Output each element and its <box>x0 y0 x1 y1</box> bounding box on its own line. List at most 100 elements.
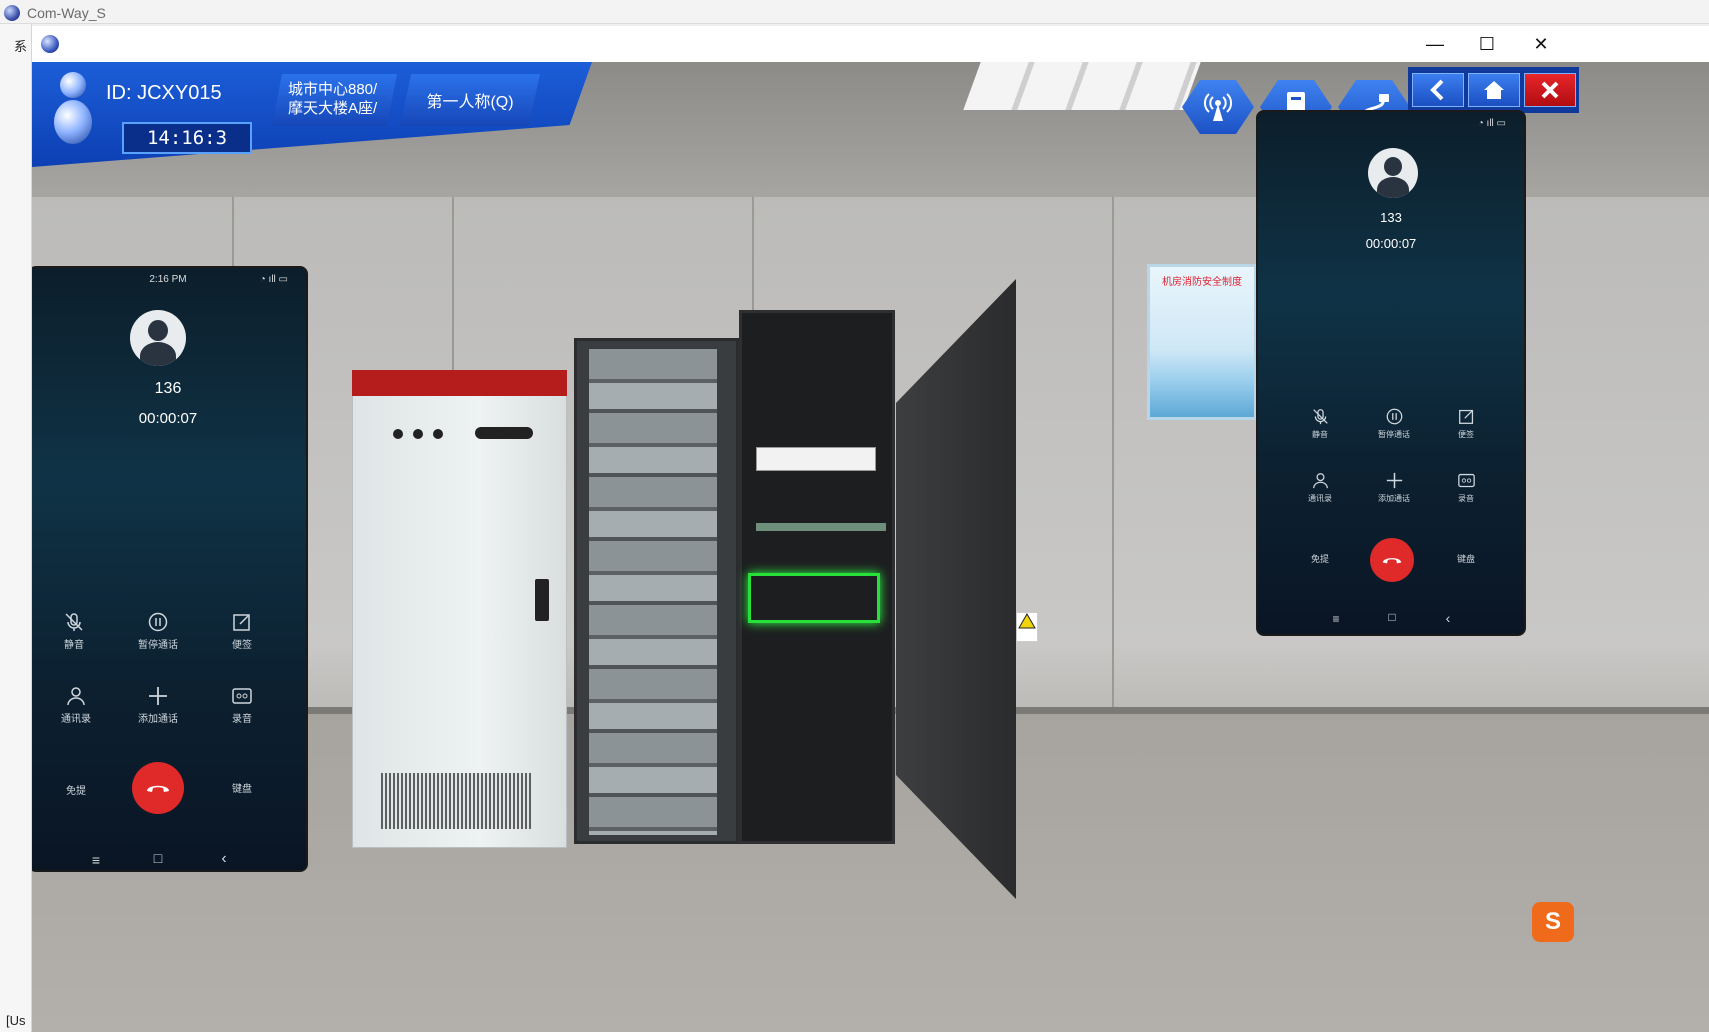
caller-avatar-icon <box>130 310 186 366</box>
location-line2: 摩天大楼A座/ <box>288 100 378 117</box>
contacts-label: 通讯录 <box>61 714 91 725</box>
cabinet-handle[interactable] <box>535 579 549 621</box>
maximize-button[interactable]: ☐ <box>1464 26 1510 62</box>
add-call-icon <box>149 687 167 705</box>
phone-left[interactable]: 2:16 PM ◔ ıll ▭ 136 00:00:07 静音 暂停通话 便签 … <box>32 266 308 872</box>
note-button[interactable]: 便签 <box>222 612 262 651</box>
close-icon <box>1541 81 1559 99</box>
home-icon <box>1484 81 1504 99</box>
indicator-light <box>393 429 403 439</box>
watermark-logo: S <box>1532 902 1574 942</box>
back-nav-icon[interactable]: ‹ <box>1438 610 1458 626</box>
scene-viewport[interactable]: 机房消防安全制度 S ID: JCXY015 14:16:3 城市中心880/ … <box>32 62 1709 1032</box>
home-nav-icon[interactable]: □ <box>148 850 168 866</box>
record-button[interactable]: 录音 <box>222 686 262 725</box>
add-call-icon <box>1386 472 1402 489</box>
record-label: 录音 <box>232 714 252 725</box>
record-icon <box>232 688 252 704</box>
record-button[interactable]: 录音 <box>1446 472 1486 504</box>
note-icon <box>1458 409 1473 424</box>
hang-up-icon <box>1382 558 1402 564</box>
mute-button[interactable]: 静音 <box>54 612 94 651</box>
rack-device[interactable] <box>756 447 876 471</box>
contacts-icon <box>67 687 85 706</box>
user-avatar-icon <box>54 72 94 152</box>
end-call-button[interactable] <box>132 762 184 814</box>
mute-label: 静音 <box>1312 430 1328 439</box>
view-mode-button[interactable]: 第一人称(Q) <box>400 74 540 126</box>
home-button[interactable] <box>1468 73 1520 107</box>
contacts-icon <box>1312 473 1328 489</box>
menu-nav-icon[interactable]: ≡ <box>86 852 106 868</box>
call-duration: 00:00:07 <box>1365 236 1417 251</box>
app-logo-icon <box>4 5 20 21</box>
caller-number: 133 <box>1380 210 1402 225</box>
breaker-panel <box>589 349 717 835</box>
ceiling-light <box>963 62 1201 110</box>
signal-battery-icon: ◔ ıll ▭ <box>259 274 288 285</box>
signal-tower-icon <box>1203 93 1233 121</box>
add-call-label: 添加通话 <box>1378 494 1410 503</box>
back-nav-icon[interactable]: ‹ <box>214 850 234 868</box>
note-button[interactable]: 便签 <box>1446 408 1486 440</box>
keypad-button[interactable]: 键盘 <box>1446 552 1486 565</box>
caller-avatar-icon <box>1368 148 1418 198</box>
highlighted-shelf[interactable] <box>748 573 880 623</box>
add-call-button[interactable]: 添加通话 <box>128 686 188 725</box>
phone-right[interactable]: ◔ ıll ▭ 133 00:00:07 静音 暂停通话 便签 通讯录 添加通话… <box>1256 110 1526 636</box>
hang-up-icon <box>147 785 169 792</box>
location-line1: 城市中心880/ <box>288 81 378 98</box>
warning-sign <box>1016 612 1038 642</box>
mute-button[interactable]: 静音 <box>1300 408 1340 440</box>
pause-label: 暂停通话 <box>1378 430 1410 439</box>
record-label: 录音 <box>1458 494 1474 503</box>
record-icon <box>1457 473 1475 488</box>
patch-panel[interactable] <box>756 523 886 531</box>
breaker-cabinet[interactable] <box>574 338 739 844</box>
keypad-button[interactable]: 键盘 <box>222 780 262 795</box>
end-call-button[interactable] <box>1370 538 1414 582</box>
speaker-button[interactable]: 免提 <box>1300 552 1340 565</box>
outer-sidebar: 系 [Us <box>0 24 32 1032</box>
pause-label: 暂停通话 <box>138 640 178 651</box>
minimize-button[interactable]: — <box>1412 26 1458 62</box>
pause-call-button[interactable]: 暂停通话 <box>128 612 188 651</box>
menu-partial[interactable]: 系 <box>14 36 27 55</box>
contacts-button[interactable]: 通讯录 <box>54 686 98 725</box>
hud-clock: 14:16:3 <box>122 122 252 154</box>
window-logo-icon <box>41 35 59 53</box>
menu-nav-icon[interactable]: ≡ <box>1326 612 1346 626</box>
outer-titlebar: Com-Way_S <box>0 0 1709 24</box>
contacts-label: 通讯录 <box>1308 494 1332 503</box>
note-label: 便签 <box>1458 430 1474 439</box>
note-icon <box>233 614 250 631</box>
home-nav-icon[interactable]: □ <box>1382 610 1402 624</box>
vent-grille <box>381 773 531 829</box>
back-button[interactable] <box>1412 73 1464 107</box>
indicator-light <box>413 429 423 439</box>
location-label: 城市中心880/ 摩天大楼A座/ <box>272 74 397 126</box>
pause-icon <box>148 612 168 632</box>
pause-icon <box>1386 408 1402 425</box>
contacts-button[interactable]: 通讯录 <box>1300 472 1340 504</box>
add-call-label: 添加通话 <box>138 714 178 725</box>
inner-titlebar: — ☐ ✕ <box>32 26 1709 62</box>
status-partial: [Us <box>6 1013 26 1028</box>
exit-button[interactable] <box>1524 73 1576 107</box>
close-window-button[interactable]: ✕ <box>1518 26 1564 62</box>
back-icon <box>1430 79 1444 101</box>
network-rack[interactable] <box>739 310 895 844</box>
poster-title: 机房消防安全制度 <box>1162 277 1242 288</box>
distribution-cabinet[interactable] <box>352 370 567 848</box>
caller-number: 136 <box>154 380 182 397</box>
add-call-button[interactable]: 添加通话 <box>1366 472 1422 504</box>
nav-strip <box>1408 67 1579 113</box>
speaker-button[interactable]: 免提 <box>54 782 98 797</box>
wall-poster: 机房消防安全制度 <box>1147 264 1257 420</box>
rotary-switch[interactable] <box>475 427 533 439</box>
mute-icon <box>65 613 83 631</box>
app-title: Com-Way_S <box>27 5 106 21</box>
pause-call-button[interactable]: 暂停通话 <box>1366 408 1422 440</box>
signal-battery-icon: ◔ ıll ▭ <box>1477 118 1506 129</box>
mute-icon <box>1312 409 1328 425</box>
